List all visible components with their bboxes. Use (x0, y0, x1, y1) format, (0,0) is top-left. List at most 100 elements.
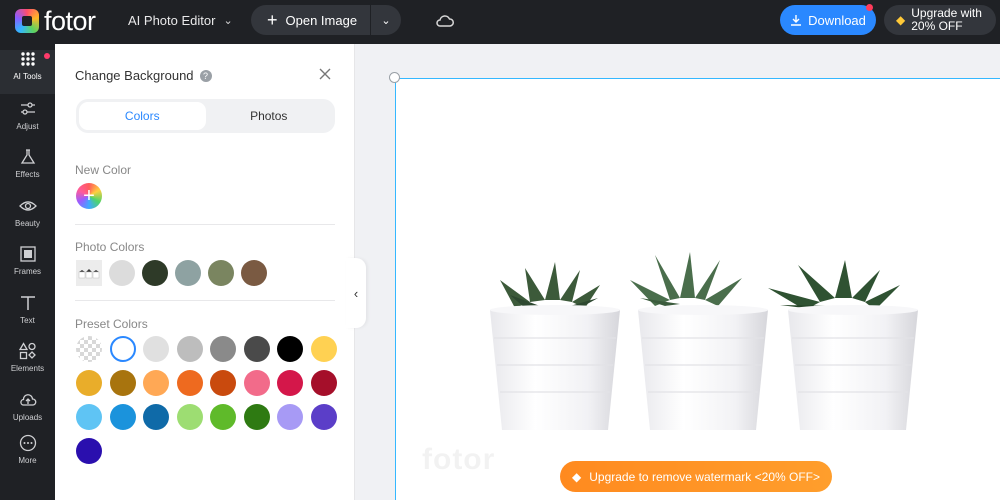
rail-item-text[interactable]: Text (0, 294, 55, 338)
upgrade-label: Upgrade with 20% OFF (911, 7, 982, 33)
rail-label: Adjust (16, 122, 39, 131)
logo-mark-icon (15, 9, 39, 33)
preset-color-swatch[interactable] (310, 404, 337, 430)
rail-item-adjust[interactable]: Adjust (0, 100, 55, 144)
preset-color-swatch[interactable] (76, 404, 102, 430)
top-bar: fotor AI Photo Editor ⌄ + Open Image ⌄ D… (0, 0, 1000, 44)
rail-label: Uploads (12, 413, 43, 422)
tab-photos[interactable]: Photos (206, 102, 333, 130)
close-icon[interactable] (318, 67, 332, 81)
panel-title-text: Change Background (75, 68, 194, 83)
rail-item-ai-tools[interactable]: AI Tools (0, 50, 55, 94)
sliders-icon (20, 102, 35, 115)
rail-item-elements[interactable]: Elements (0, 342, 55, 386)
preset-color-swatch[interactable] (243, 404, 270, 430)
preset-color-swatch[interactable] (210, 404, 236, 430)
preset-colors-label: Preset Colors (75, 317, 148, 331)
rail-item-effects[interactable]: Effects (0, 148, 55, 192)
download-button[interactable]: Download (780, 4, 876, 35)
more-icon (19, 434, 36, 452)
flask-icon (20, 149, 35, 164)
preset-color-swatch[interactable] (176, 370, 203, 396)
rail-label: Beauty (15, 219, 40, 228)
rail-label: Frames (13, 267, 42, 276)
rail-item-beauty[interactable]: Beauty (0, 197, 55, 241)
preset-color-swatch[interactable] (210, 370, 236, 396)
preset-color-swatch[interactable] (243, 336, 270, 362)
transparent-swatch[interactable] (76, 336, 102, 362)
rail-label: Text (20, 316, 35, 325)
open-image-dropdown[interactable]: ⌄ (371, 14, 401, 27)
resize-handle[interactable] (389, 72, 400, 83)
plant-3 (768, 260, 900, 310)
plant-1 (500, 262, 600, 308)
diamond-icon: ◆ (572, 469, 582, 484)
photo-color-swatch[interactable] (175, 260, 201, 286)
photo-thumbnail-swatch[interactable] (76, 260, 102, 286)
preset-color-swatch[interactable] (76, 370, 102, 396)
text-icon (20, 296, 35, 310)
collapse-panel-button[interactable]: ‹ (346, 258, 366, 328)
notification-dot (44, 53, 50, 59)
photo-color-swatch[interactable] (208, 260, 234, 286)
preset-color-swatch[interactable] (277, 370, 303, 396)
preset-color-swatch[interactable] (310, 370, 337, 396)
rail-label: More (18, 456, 37, 465)
preset-color-swatch[interactable] (176, 336, 203, 362)
preset-color-swatch[interactable] (76, 438, 102, 464)
watermark-logo: fotor (422, 443, 496, 476)
cloud-upload-icon (19, 394, 36, 406)
preset-color-swatch[interactable] (310, 336, 337, 362)
photo-colors-label: Photo Colors (75, 240, 145, 254)
tool-rail: AI Tools Adjust Effects Beauty Frames Te… (0, 44, 55, 500)
download-icon (791, 15, 802, 26)
open-image-button-group: + Open Image ⌄ (251, 5, 401, 35)
notification-dot (866, 4, 873, 11)
preset-color-swatch[interactable] (277, 336, 303, 362)
preset-color-swatch[interactable] (143, 370, 169, 396)
rail-label: Effects (15, 170, 40, 179)
upgrade-line1: Upgrade with (911, 6, 982, 20)
divider (75, 300, 335, 301)
preset-color-swatch[interactable] (143, 404, 169, 430)
editor-menu[interactable]: AI Photo Editor ⌄ (128, 13, 233, 28)
open-image-label: Open Image (285, 12, 358, 28)
fotor-logo[interactable]: fotor (15, 7, 96, 35)
preset-color-swatch[interactable] (210, 336, 236, 362)
preset-color-swatch[interactable] (243, 370, 270, 396)
new-color-label: New Color (75, 163, 132, 177)
editor-menu-label: AI Photo Editor (128, 13, 216, 28)
preset-color-swatch[interactable] (109, 370, 136, 396)
preset-color-swatch[interactable] (277, 404, 303, 430)
rail-item-more[interactable]: More (0, 434, 55, 478)
preset-color-swatch[interactable] (109, 404, 136, 430)
add-color-button[interactable]: + (76, 183, 102, 209)
photo-thumbnail-icon (76, 260, 102, 286)
rail-label: AI Tools (13, 72, 42, 81)
photo-color-swatch[interactable] (142, 260, 168, 286)
photo-color-swatch[interactable] (109, 260, 135, 286)
rail-item-uploads[interactable]: Uploads (0, 391, 55, 435)
photo-color-swatch[interactable] (241, 260, 267, 286)
white-swatch-selected[interactable] (109, 336, 136, 362)
remove-watermark-button[interactable]: ◆ Upgrade to remove watermark <20% OFF> (560, 461, 832, 492)
tab-colors[interactable]: Colors (79, 102, 206, 130)
preset-color-swatch[interactable] (143, 336, 169, 362)
upgrade-line2: 20% OFF (911, 19, 963, 33)
rail-label: Elements (10, 364, 45, 373)
panel-title: Change Background ? (75, 68, 212, 83)
diamond-icon: ◆ (896, 12, 906, 27)
open-image-button[interactable]: + Open Image (251, 5, 371, 35)
chevron-down-icon: ⌄ (223, 15, 233, 27)
cloud-icon[interactable] (435, 11, 455, 31)
download-label: Download (808, 12, 866, 28)
upgrade-button[interactable]: ◆ Upgrade with 20% OFF (884, 5, 996, 35)
plus-icon: + (267, 10, 278, 30)
preset-color-swatch[interactable] (176, 404, 203, 430)
help-icon[interactable]: ? (199, 69, 212, 82)
shapes-icon (18, 342, 36, 360)
change-background-panel: Change Background ? Colors Photos New Co… (55, 44, 355, 500)
eye-icon (18, 201, 37, 211)
rail-item-frames[interactable]: Frames (0, 245, 55, 289)
plus-icon: + (83, 185, 95, 207)
